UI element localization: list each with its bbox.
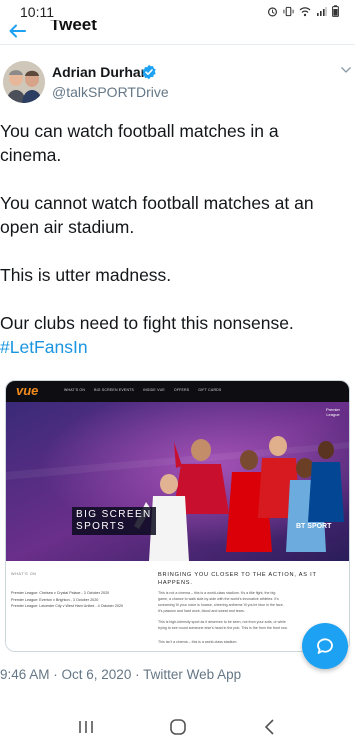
section-heading: BRINGING YOU CLOSER TO THE ACTION, AS IT… [158,572,317,586]
alarm-icon [267,6,278,16]
info-paragraph: This isn't a cinema – this is a world-cl… [158,640,238,644]
status-icons [267,5,339,17]
vue-nav-item: INSIDE VUE [143,388,165,392]
avatar-photo [3,61,45,103]
tweet-line: open air stadium. [0,217,135,237]
tweet-timestamp: 9:46 AM · Oct 6, 2020 · Twitter Web App [0,667,242,682]
hero-banner [6,402,349,561]
info-paragraph: This is not a cinema – this is a world-c… [158,591,284,613]
back-arrow-icon[interactable] [6,20,28,42]
vue-nav-item: GIFT CARDS [198,388,222,392]
tweet-line: You cannot watch football matches at an [0,193,314,213]
big-screen-sports-logo: BIG SCREEN SPORTS [72,507,156,535]
vue-nav-bar: vue WHAT'S ON BIG SCREEN EVENTS INSIDE V… [6,381,349,402]
system-nav-bar [0,705,355,750]
bt-sport-logo: BT SPORT [296,523,332,530]
home-icon[interactable] [166,717,190,737]
chevron-down-icon[interactable] [340,65,352,75]
fixture-item: Premier League: Leicester City v West Ha… [11,604,124,608]
hero-line: SPORTS [76,521,126,532]
back-chevron-icon[interactable] [258,717,282,737]
avatar[interactable] [3,61,45,103]
tweet-line: cinema. [0,145,62,165]
app-header: Tweet [0,18,355,44]
tweet-line [0,167,355,191]
reply-fab-button[interactable] [302,623,348,669]
reply-bubble-icon [317,638,333,654]
vue-nav-item: WHAT'S ON [64,388,86,392]
tweet-line: This is utter madness. [0,265,172,285]
author-handle[interactable]: @talkSPORTDrive [52,84,169,100]
info-section: WHAT'S ON Premier League: Chelsea v Crys… [6,561,349,651]
vibrate-icon [283,6,294,16]
tweet-line: You can watch football matches in a [0,121,279,141]
tweet-line [0,287,355,311]
premier-league-badge: Premier League [325,407,340,417]
vue-nav-items: WHAT'S ON BIG SCREEN EVENTS INSIDE VUE O… [64,388,221,392]
recents-icon[interactable] [74,717,98,737]
page-title: Tweet [50,20,97,34]
vue-logo: vue [16,383,39,398]
tweet-line [0,239,355,263]
header-divider [0,44,355,45]
author-name[interactable]: Adrian Durham [52,64,153,80]
hashtag-link[interactable]: #LetFansIn [0,335,355,359]
fixture-item: Premier League: Chelsea v Crystal Palace… [11,591,110,595]
media-image[interactable]: vue WHAT'S ON BIG SCREEN EVENTS INSIDE V… [5,380,350,652]
vue-nav-item: OFFERS [173,388,190,392]
vue-nav-item: BIG SCREEN EVENTS [94,388,135,392]
signal-icon [317,6,327,16]
hero-line: BIG SCREEN [76,509,152,520]
info-paragraph: This is high-intensity sport as it deser… [158,620,288,630]
verified-badge-icon [142,64,156,80]
tweet-text: You can watch football matches in a cine… [0,119,355,359]
battery-icon [332,5,339,17]
tweet-line: Our clubs need to fight this nonsense. [0,313,294,333]
wifi-icon [299,6,311,16]
fixture-list: Premier League: Chelsea v Crystal Palace… [11,590,123,610]
whats-on-label: WHAT'S ON [11,572,37,576]
